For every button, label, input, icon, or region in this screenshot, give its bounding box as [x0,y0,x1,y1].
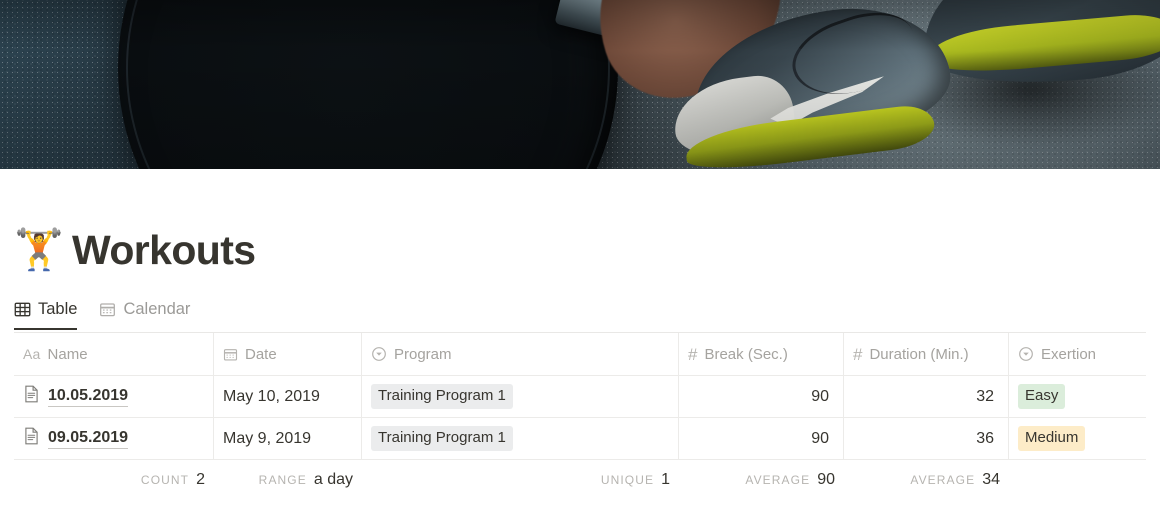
page-cover-image[interactable] [0,0,1160,169]
tab-calendar[interactable]: Calendar [99,296,190,328]
summary-break[interactable]: AVERAGE 90 [679,471,844,489]
select-icon [371,346,387,362]
cell-date[interactable]: May 10, 2019 [214,376,362,417]
column-header-name-label: Name [47,345,88,363]
cell-exertion[interactable]: Medium [1009,418,1146,459]
table-summary-row: COUNT 2 RANGE a day UNIQUE 1 AVERAGE 90 … [14,460,1146,500]
exertion-tag: Easy [1018,384,1066,409]
cell-program[interactable]: Training Program 1 [362,418,679,459]
cell-duration[interactable]: 36 [844,418,1009,459]
column-header-exertion[interactable]: Exertion [1009,333,1146,375]
column-header-name[interactable]: Aa Name [14,333,214,375]
column-header-break-label: Break (Sec.) [704,345,788,363]
calendar-icon [99,301,116,318]
summary-program-value: 1 [661,471,670,488]
cell-break[interactable]: 90 [679,418,844,459]
row-break-value: 90 [811,429,829,447]
page-document-icon [23,385,40,408]
column-header-duration[interactable]: # Duration (Min.) [844,333,1009,375]
summary-date-label: RANGE [258,473,307,487]
page-document-icon [23,427,40,450]
summary-duration-label: AVERAGE [910,473,976,487]
table-row[interactable]: 10.05.2019 May 10, 2019 Training Program… [14,375,1146,417]
row-break-value: 90 [811,387,829,405]
summary-name-value: 2 [196,471,205,488]
program-tag: Training Program 1 [371,426,513,451]
page-title[interactable]: Workouts [72,229,256,271]
weight-lifter-emoji[interactable]: 🏋️ [14,230,64,270]
select-icon [1018,346,1034,362]
row-name-link[interactable]: 10.05.2019 [48,386,129,407]
program-tag: Training Program 1 [371,384,513,409]
cell-date[interactable]: May 9, 2019 [214,418,362,459]
row-date-value: May 10, 2019 [223,387,320,405]
tab-table[interactable]: Table [14,296,78,330]
calendar-icon [223,347,238,362]
summary-program[interactable]: UNIQUE 1 [362,471,679,489]
cover-photo [0,0,1160,169]
cell-duration[interactable]: 32 [844,376,1009,417]
summary-program-label: UNIQUE [600,473,655,487]
column-header-program-label: Program [394,345,452,363]
summary-break-label: AVERAGE [745,473,811,487]
view-tabs: Table Calendar [14,296,1146,330]
cell-program[interactable]: Training Program 1 [362,376,679,417]
row-duration-value: 36 [976,429,994,447]
cover-vignette [0,0,1160,169]
summary-break-value: 90 [817,471,835,488]
column-header-date[interactable]: Date [214,333,362,375]
table-header-row: Aa Name Date Program # Break (Sec.) # Du… [14,332,1146,375]
summary-date[interactable]: RANGE a day [214,471,362,489]
row-name-link[interactable]: 09.05.2019 [48,428,129,449]
summary-duration-value: 34 [982,471,1000,488]
cell-break[interactable]: 90 [679,376,844,417]
summary-date-value: a day [313,471,353,488]
exertion-tag: Medium [1018,426,1086,451]
row-date-value: May 9, 2019 [223,429,312,447]
column-header-break[interactable]: # Break (Sec.) [679,333,844,375]
summary-name-label: COUNT [140,473,190,487]
workouts-table: Aa Name Date Program # Break (Sec.) # Du… [14,332,1146,500]
aa-text-icon: Aa [23,346,41,362]
workouts-database-page: 🏋️ Workouts Table Calendar Aa Name Date … [0,0,1160,526]
table-row[interactable]: 09.05.2019 May 9, 2019 Training Program … [14,417,1146,460]
summary-duration[interactable]: AVERAGE 34 [844,471,1009,489]
summary-name[interactable]: COUNT 2 [14,471,214,489]
cell-exertion[interactable]: Easy [1009,376,1146,417]
cell-name[interactable]: 10.05.2019 [14,376,214,417]
row-duration-value: 32 [976,387,994,405]
hash-number-icon: # [688,344,698,364]
cell-name[interactable]: 09.05.2019 [14,418,214,459]
page-title-row: 🏋️ Workouts [14,219,1146,281]
column-header-exertion-label: Exertion [1041,345,1097,363]
table-icon [14,301,31,318]
tab-calendar-label: Calendar [123,300,191,318]
column-header-program[interactable]: Program [362,333,679,375]
hash-number-icon: # [853,344,863,364]
column-header-date-label: Date [245,345,277,363]
column-header-duration-label: Duration (Min.) [869,345,969,363]
tab-table-label: Table [38,300,78,318]
